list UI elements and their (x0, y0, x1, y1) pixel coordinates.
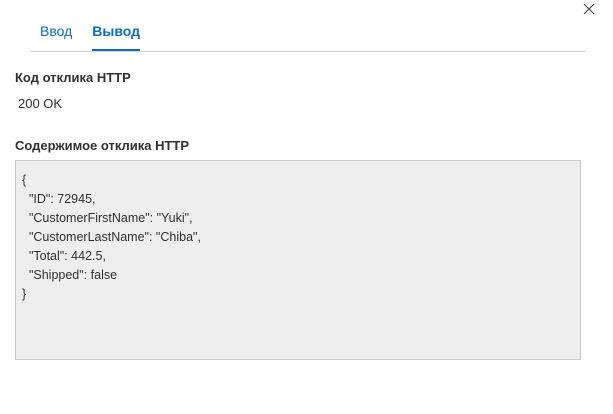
close-icon (583, 3, 595, 15)
response-body-text: { "ID": 72945, "CustomerFirstName": "Yuk… (22, 173, 201, 301)
tab-bar: Ввод Вывод (30, 16, 586, 52)
tab-output[interactable]: Вывод (82, 16, 150, 51)
status-code-label: Код отклика HTTP (15, 70, 131, 85)
tab-input[interactable]: Ввод (30, 16, 82, 50)
response-body-box[interactable]: { "ID": 72945, "CustomerFirstName": "Yuk… (15, 160, 581, 360)
response-body-label: Содержимое отклика HTTP (15, 138, 190, 153)
status-code-value: 200 OK (18, 96, 63, 111)
